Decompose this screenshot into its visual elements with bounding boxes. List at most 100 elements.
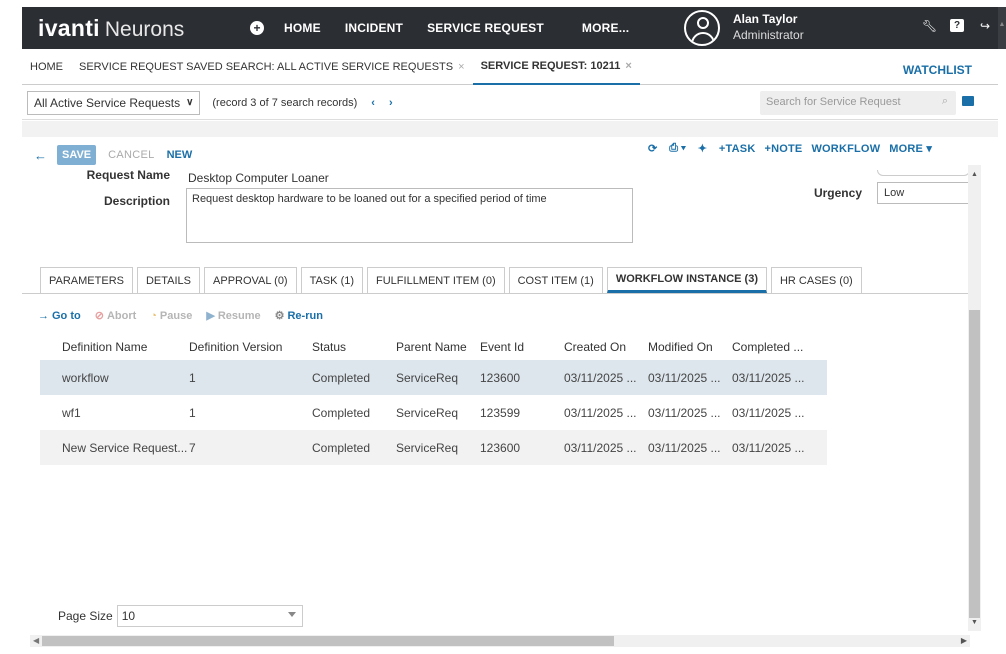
saved-search-select[interactable]: All Active Service Requests ∨ — [27, 90, 201, 115]
cell-event-id: 123600 — [480, 440, 521, 455]
workflow-button[interactable]: WORKFLOW — [811, 143, 880, 155]
resume-button[interactable]: ▶ Resume — [206, 309, 261, 323]
more-button[interactable]: MORE ▾ — [889, 142, 932, 155]
cell-event-id: 123600 — [480, 370, 521, 385]
tab-saved-search[interactable]: SERVICE REQUEST SAVED SEARCH: ALL ACTIVE… — [71, 50, 473, 85]
column-header[interactable]: Parent Name — [396, 340, 480, 354]
search-placeholder: Search for Service Request — [766, 96, 901, 108]
cell-status: Completed — [312, 370, 371, 385]
column-header[interactable]: Definition Version — [189, 340, 312, 354]
add-task-button[interactable]: +TASK — [719, 143, 756, 155]
vertical-scrollbar[interactable]: ▲ ▼ — [968, 165, 981, 631]
avatar-body-shape — [691, 32, 715, 44]
description-field[interactable]: Request desktop hardware to be loaned ou… — [186, 188, 633, 243]
tab-details[interactable]: DETAILS — [136, 267, 201, 293]
new-button[interactable]: NEW — [167, 149, 193, 161]
cell-definition-version: 7 — [189, 440, 196, 455]
tab-approval[interactable]: APPROVAL (0) — [204, 267, 297, 293]
search-input[interactable]: Search for Service Request ⌕ — [760, 91, 956, 115]
pause-label: Pause — [159, 309, 193, 322]
pause-button[interactable]: ◔ Pause — [150, 310, 192, 322]
chevron-down-icon: ∨ — [186, 97, 194, 108]
column-header[interactable]: Completed ... — [732, 340, 816, 354]
table-row[interactable]: New Service Request... 7 Completed Servi… — [40, 430, 827, 465]
cell-definition-name: workflow — [62, 370, 109, 385]
scroll-left-icon[interactable]: ◀ — [33, 636, 39, 645]
avatar[interactable] — [684, 10, 720, 46]
brand-logo[interactable]: ivanti Neurons — [38, 15, 250, 42]
nav-incident[interactable]: INCIDENT — [345, 21, 403, 35]
tab-parameters[interactable]: PARAMETERS — [40, 267, 133, 293]
request-name-label: Request Name — [86, 168, 170, 182]
search-icon[interactable]: ⌕ — [942, 95, 948, 108]
workspace-tabs: HOME SERVICE REQUEST SAVED SEARCH: ALL A… — [22, 50, 998, 85]
cell-created-on: 03/11/2025 ... — [564, 440, 637, 455]
nav-home[interactable]: HOME — [284, 21, 321, 35]
user-info[interactable]: Alan Taylor Administrator — [733, 11, 804, 43]
horizontal-scrollbar[interactable]: ◀ ▶ — [30, 635, 970, 647]
tab-workflow-instance[interactable]: WORKFLOW INSTANCE (3) — [606, 267, 767, 293]
tab-hr-cases[interactable]: HR CASES (0) — [770, 267, 862, 293]
back-arrow-icon[interactable]: ← — [34, 148, 47, 163]
horizontal-scroll-thumb[interactable] — [42, 636, 614, 646]
nav-more[interactable]: MORE... — [582, 21, 629, 35]
resume-label: Resume — [217, 309, 261, 322]
plus-icon[interactable]: + — [250, 21, 264, 35]
logout-icon[interactable]: ↪ — [978, 19, 992, 33]
save-button[interactable]: SAVE — [57, 145, 97, 165]
table-row[interactable]: workflow 1 Completed ServiceReq 123600 0… — [40, 360, 827, 395]
grid-header: Definition Name Definition Version Statu… — [40, 334, 827, 360]
cell-completed-on: 03/11/2025 ... — [732, 370, 805, 385]
urgency-field[interactable]: Low — [877, 182, 970, 204]
tab-service-request[interactable]: SERVICE REQUEST: 10211 × — [472, 50, 640, 85]
rerun-button[interactable]: ⚙ Re-run — [275, 309, 323, 323]
add-note-button[interactable]: +NOTE — [764, 143, 802, 155]
nav-service-request[interactable]: SERVICE REQUEST — [427, 21, 544, 35]
help-icon[interactable]: ? — [950, 19, 964, 32]
record-info: (record 3 of 7 search records) — [212, 96, 358, 109]
refresh-icon[interactable]: ⟳ — [648, 142, 657, 155]
print-icon[interactable]: ⎙ ▾ — [669, 142, 685, 155]
saved-search-value: All Active Service Requests — [34, 95, 181, 110]
cancel-button[interactable]: CANCEL — [108, 149, 154, 161]
avatar-head-shape — [697, 17, 709, 29]
pin-icon[interactable]: ✦ — [698, 142, 707, 155]
folder-icon[interactable] — [962, 96, 974, 106]
scroll-down-icon[interactable]: ▼ — [971, 619, 978, 626]
column-header[interactable]: Modified On — [648, 340, 732, 354]
scroll-right-icon[interactable]: ▶ — [961, 636, 967, 645]
close-icon[interactable]: × — [625, 60, 631, 72]
cell-created-on: 03/11/2025 ... — [564, 370, 637, 385]
vertical-scroll-thumb[interactable] — [969, 310, 980, 618]
request-name-value: Desktop Computer Loaner — [188, 171, 329, 185]
abort-icon: ⊘ — [94, 310, 104, 322]
close-icon[interactable]: × — [458, 61, 464, 73]
scroll-up-icon[interactable]: ▲ — [971, 171, 978, 178]
abort-button[interactable]: ⊘ Abort — [94, 309, 137, 323]
description-label: Description — [103, 194, 170, 208]
cell-modified-on: 03/11/2025 ... — [648, 405, 721, 420]
tab-fulfillment-item[interactable]: FULFILLMENT ITEM (0) — [367, 267, 505, 293]
cell-completed-on: 03/11/2025 ... — [732, 440, 805, 455]
tab-cost-item[interactable]: COST ITEM (1) — [508, 267, 603, 293]
tabs-divider — [22, 293, 970, 294]
table-row[interactable]: wf1 1 Completed ServiceReq 123599 03/11/… — [40, 395, 827, 430]
column-header[interactable]: Created On — [564, 340, 648, 354]
cell-modified-on: 03/11/2025 ... — [648, 440, 721, 455]
goto-button[interactable]: → Go to — [38, 310, 81, 322]
wrench-icon[interactable]: 🔧︎ — [922, 19, 937, 33]
column-header[interactable]: Definition Name — [40, 340, 189, 354]
next-record-icon[interactable]: › — [389, 97, 393, 109]
page-scroll-up-icon[interactable]: ▲ — [998, 7, 1006, 49]
tab-label: SERVICE REQUEST: 10211 — [480, 60, 621, 72]
tab-label: HOME — [30, 61, 63, 73]
column-header[interactable]: Event Id — [480, 340, 564, 354]
field-above-urgency[interactable] — [877, 170, 970, 176]
watchlist-link[interactable]: WATCHLIST — [903, 63, 972, 77]
tab-task[interactable]: TASK (1) — [300, 267, 364, 293]
rerun-label: Re-run — [287, 309, 323, 322]
prev-record-icon[interactable]: ‹ — [371, 97, 375, 109]
column-header[interactable]: Status — [312, 340, 396, 354]
tab-home[interactable]: HOME — [22, 50, 71, 85]
page-size-select[interactable]: 10 — [116, 605, 303, 627]
